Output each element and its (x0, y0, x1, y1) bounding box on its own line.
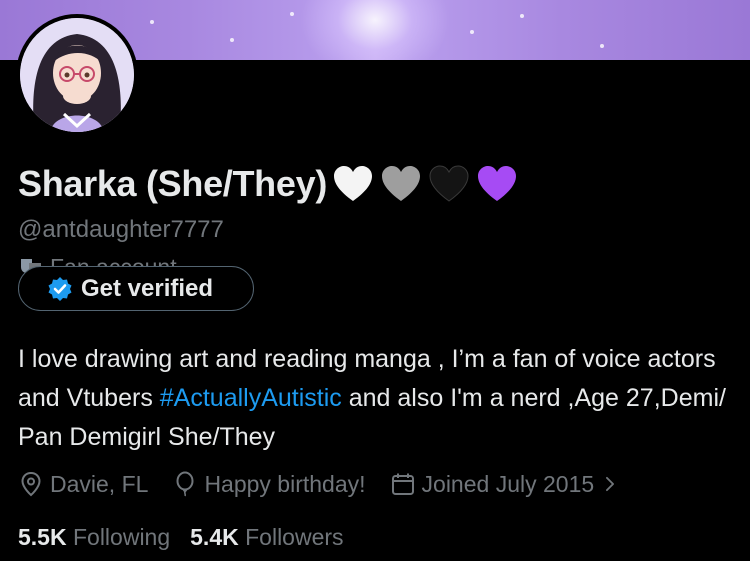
location-item: Davie, FL (18, 471, 148, 498)
profile-bio: I love drawing art and reading manga , I… (18, 340, 738, 457)
chevron-right-icon (606, 476, 615, 492)
balloon-icon (176, 471, 194, 497)
followers-count: 5.4K (190, 524, 239, 550)
birthday-text: Happy birthday! (204, 470, 366, 497)
handle: @antdaughter7777 (18, 216, 224, 243)
verified-badge-icon (48, 276, 72, 301)
profile-meta: Davie, FL Happy birthday! Joined July 20… (18, 468, 644, 500)
followers-link[interactable]: 5.4K Followers (190, 524, 343, 551)
avatar[interactable] (16, 14, 138, 136)
birthday-item: Happy birthday! (172, 470, 366, 498)
location-text: Davie, FL (50, 470, 149, 497)
following-link[interactable]: 5.5K Following (18, 524, 170, 551)
purple-heart-icon (478, 166, 517, 201)
following-label: Following (72, 524, 171, 550)
display-name: Sharka (She/They) (18, 160, 517, 208)
followers-label: Followers (245, 524, 344, 550)
get-verified-button[interactable]: Get verified (18, 266, 254, 311)
black-heart-icon (429, 165, 469, 202)
following-count: 5.5K (18, 524, 67, 550)
calendar-icon (391, 473, 414, 495)
joined-item[interactable]: Joined July 2015 (390, 471, 621, 498)
display-name-text: Sharka (She/They) (18, 163, 328, 204)
white-heart-icon (334, 166, 373, 201)
follow-stats: 5.5K Following 5.4K Followers (18, 524, 344, 551)
grey-heart-icon (382, 166, 421, 201)
location-pin-icon (21, 471, 41, 497)
joined-text: Joined July 2015 (421, 470, 595, 497)
hashtag-link[interactable]: #ActuallyAutistic (160, 384, 342, 412)
get-verified-label: Get verified (81, 274, 214, 302)
